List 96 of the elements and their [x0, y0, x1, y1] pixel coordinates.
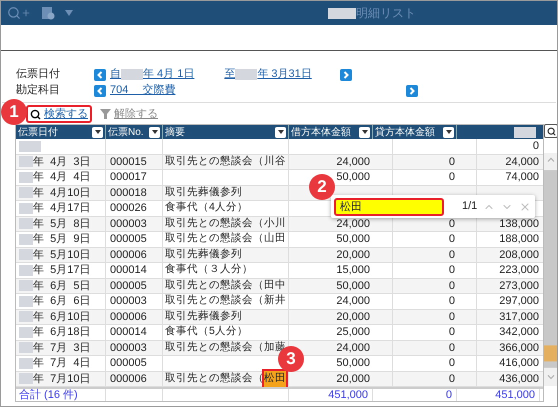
table-cell-text: 取引先との懇談会（新井 [165, 293, 286, 308]
table-cell-text: 0 [448, 340, 456, 355]
table-cell-text: 000003 [110, 340, 147, 356]
table-cell-text: 24,000 [335, 294, 371, 308]
table-cell-text: 年 6月 6日 [33, 294, 90, 309]
table-cell-text: 50,000 [335, 278, 371, 293]
table-cell-text: 年 4月 3日 [33, 154, 90, 170]
table-cell-text: 0 [448, 372, 456, 386]
table-cell-text: 000005 [110, 232, 147, 247]
table-cell-text: 208,000 [498, 248, 540, 262]
table-cell-text: 取引先葬儀参列 [165, 246, 242, 262]
table-cell-text: 0 [448, 325, 456, 340]
window-title: 明細リスト [356, 5, 416, 22]
table-cell-text: 年 6月18日 [33, 325, 90, 340]
table-cell-text: 0 [448, 310, 456, 324]
table-cell-text: 000014 [110, 263, 147, 278]
table-cell-text: 年 7月 3日 [33, 340, 90, 356]
table-cell-text: 000005 [110, 356, 147, 371]
table-cell-text: 20,000 [335, 310, 371, 324]
total-cell-text: 0 [446, 388, 452, 403]
table-cell-text: 188,000 [498, 232, 540, 246]
table-cell-text: 0 [448, 170, 456, 184]
filter-label: 伝票日付 [16, 67, 61, 82]
table-cell-text: 223,000 [498, 263, 540, 278]
table-cell-text: 000017 [110, 170, 147, 185]
table-cell-text: 20,000 [335, 372, 371, 386]
table-cell-text: 000005 [110, 278, 147, 294]
table-cell-text: 0 [448, 248, 456, 262]
table-cell-text: 年 7月10日 [33, 372, 90, 386]
table-cell-text: 0 [448, 356, 456, 370]
table-cell-text: 年 5月17日 [33, 263, 90, 278]
table-cell-text: 0 [448, 278, 456, 293]
table-cell-text: 000026 [110, 201, 147, 216]
table-cell-text: 50,000 [335, 232, 371, 246]
table-cell-text: 年 5月 9日 [33, 232, 90, 247]
table-cell-text: 000006 [110, 372, 147, 386]
table-cell-text: 食事代（5人分） [165, 324, 248, 340]
table-cell-text: 000006 [110, 248, 147, 262]
table-cell-text: 50,000 [335, 170, 371, 184]
table-cell-text: 20,000 [335, 248, 371, 262]
table-cell-text: 000003 [110, 216, 147, 232]
table-cell-text: 416,000 [498, 356, 540, 370]
table-cell-text: 50,000 [335, 356, 371, 370]
table-cell-text: 食事代（4人分） [165, 200, 248, 216]
total-label: 合計 (16 件) [19, 388, 78, 403]
table-cell-text: 317,000 [498, 310, 540, 324]
table-cell-text: 24,000 [335, 216, 371, 231]
table-cell-text: 24,000 [335, 340, 371, 355]
table-cell-text: 366,000 [498, 340, 540, 355]
table-cell-text: 0 [448, 216, 456, 231]
filter-link[interactable]: 自 年 4月 1日 至 年 3月31日 [110, 66, 312, 83]
table-cell-text: 0 [448, 154, 456, 169]
table-cell-text: 342,000 [498, 325, 540, 340]
table-cell-text: 0 [532, 139, 540, 154]
table-cell-text: 297,000 [498, 294, 540, 308]
table-cell-text: 000014 [110, 325, 147, 340]
table-cell-text: 食事代（３人分） [165, 262, 253, 278]
table-cell-text: 25,000 [335, 325, 371, 340]
step-badge: 1 [1, 99, 27, 125]
table-cell-text: 取引先との懇談会（川谷 [165, 154, 286, 169]
table-cell-text: 74,000 [504, 170, 540, 184]
table-cell-text: 取引先葬儀参列 [165, 184, 242, 200]
total-cell-text: 451,000 [495, 388, 535, 403]
table-cell-text: 0 [448, 232, 456, 246]
match-count: 1/1 [462, 199, 478, 214]
table-cell-text: 取引先との懇談会（ [165, 370, 264, 386]
find-field[interactable]: 松田 [334, 198, 444, 216]
table-cell-text: 取引先葬儀参列 [165, 308, 242, 324]
table-cell-text: 24,000 [335, 154, 371, 169]
table-cell-text: 15,000 [335, 263, 371, 278]
table-cell-text: 年 6月 5日 [33, 278, 90, 294]
table-cell-text: 000015 [110, 154, 147, 170]
table-cell-text: 取引先との懇談会（田中 [165, 278, 286, 293]
table-cell-text: 000006 [110, 310, 147, 324]
table-cell-text: 年 5月 8日 [33, 216, 90, 232]
table-cell-text: 年 6月10日 [33, 310, 90, 324]
filter-label: 勘定科目 [16, 82, 61, 98]
table-cell-text: 年 5月10日 [33, 248, 90, 262]
clear-button[interactable]: 解除する [96, 105, 162, 123]
table-cell-text: 24,000 [504, 154, 540, 169]
total-cell-text: 451,000 [328, 388, 368, 403]
table-cell-text: 000003 [110, 294, 147, 309]
search-button[interactable]: 検索する [26, 105, 92, 123]
table-cell-text: 年 7月 4日 [33, 356, 90, 371]
table-cell-text: 0 [448, 294, 456, 308]
table-cell-text: 000018 [110, 186, 147, 200]
table-cell-text: 年 4月 4日 [33, 170, 90, 185]
table-cell-text: 273,000 [498, 278, 540, 293]
table-cell-text: 取引先との懇談会（山田 [165, 231, 286, 246]
search-match: 松田 [264, 370, 286, 387]
table-cell-text: 年 4月17日 [33, 201, 90, 216]
table-cell-text: 0 [448, 263, 456, 278]
table-cell-text: 138,000 [498, 216, 540, 231]
table-cell-text: 年 4月10日 [33, 186, 90, 200]
table-cell-text: 436,000 [498, 372, 540, 386]
table-cell-text: 取引先との懇談会（小川 [165, 216, 286, 231]
